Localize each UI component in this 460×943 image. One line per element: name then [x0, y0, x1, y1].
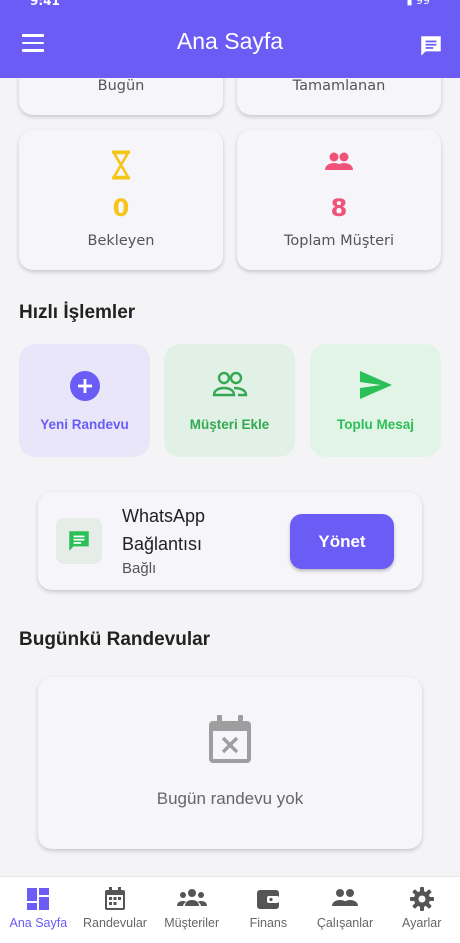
status-time: 9:41: [30, 0, 60, 8]
stat-card-pending: 0 Bekleyen: [19, 130, 223, 270]
nav-label-settings: Ayarlar: [402, 916, 442, 930]
bottom-nav: Ana Sayfa Randevular Müşteriler Finans Ç…: [0, 876, 460, 943]
chat-icon[interactable]: [418, 33, 444, 63]
new-appointment-label: Yeni Randevu: [40, 417, 129, 432]
add-customer-button[interactable]: Müşteri Ekle: [164, 344, 295, 457]
nav-label-finance: Finans: [249, 916, 288, 930]
whatsapp-status: Bağlı: [122, 560, 157, 577]
whatsapp-card: WhatsApp Bağlantısı Bağlı Yönet: [38, 492, 422, 590]
stat-label-completed: Tamamlanan: [292, 78, 386, 94]
nav-item-appointments[interactable]: Randevular: [77, 877, 154, 943]
today-appointments-title: Bugünkü Randevular: [19, 629, 211, 650]
quick-actions-title: Hızlı İşlemler: [19, 302, 136, 323]
nav-label-home: Ana Sayfa: [9, 916, 68, 930]
status-battery: ▮ 99: [406, 0, 430, 7]
plus-circle-icon: [19, 370, 150, 402]
nav-label-appointments: Randevular: [83, 916, 147, 930]
people-icon: [237, 150, 441, 180]
empty-appointments-card: Bugün randevu yok: [38, 677, 422, 849]
message-icon: [56, 518, 102, 564]
people-icon: [307, 887, 384, 909]
nav-item-finance[interactable]: Finans: [230, 877, 307, 943]
add-customer-label: Müşteri Ekle: [189, 417, 270, 432]
nav-item-settings[interactable]: Ayarlar: [383, 877, 460, 943]
nav-item-customers[interactable]: Müşteriler: [153, 877, 230, 943]
calendar-icon: [77, 887, 154, 911]
bulk-message-button[interactable]: Toplu Mesaj: [310, 344, 441, 457]
wallet-icon: [230, 887, 307, 911]
whatsapp-title: WhatsApp Bağlantısı: [122, 506, 206, 554]
stat-label-today: Bugün: [97, 78, 145, 94]
nav-item-employees[interactable]: Çalışanlar: [307, 877, 384, 943]
app-bar: Ana Sayfa: [0, 12, 460, 78]
gear-icon: [383, 887, 460, 911]
stat-card-customers: 8 Toplam Müşteri: [237, 130, 441, 270]
empty-appointments-text: Bugün randevu yok: [156, 789, 304, 808]
send-icon: [310, 370, 441, 400]
nav-label-customers: Müşteriler: [164, 916, 220, 930]
dashboard-icon: [0, 887, 77, 911]
nav-label-employees: Çalışanlar: [316, 916, 374, 930]
people-outline-icon: [164, 370, 295, 398]
hourglass-icon: [19, 150, 223, 180]
stat-value-customers: 8: [330, 194, 348, 222]
manage-button[interactable]: Yönet: [290, 514, 394, 569]
bulk-message-label: Toplu Mesaj: [336, 417, 414, 432]
page-title: Ana Sayfa: [176, 28, 284, 54]
battery-level: 99: [416, 0, 430, 7]
stat-value-pending: 0: [112, 194, 130, 222]
new-appointment-button[interactable]: Yeni Randevu: [19, 344, 150, 457]
stat-label-pending: Bekleyen: [87, 233, 155, 249]
nav-item-home[interactable]: Ana Sayfa: [0, 877, 77, 943]
status-bar: 9:41 ▮ 99: [0, 0, 460, 12]
calendar-cancel-icon: [38, 715, 422, 765]
stat-label-customers: Toplam Müşteri: [284, 233, 394, 249]
groups-icon: [153, 887, 230, 909]
